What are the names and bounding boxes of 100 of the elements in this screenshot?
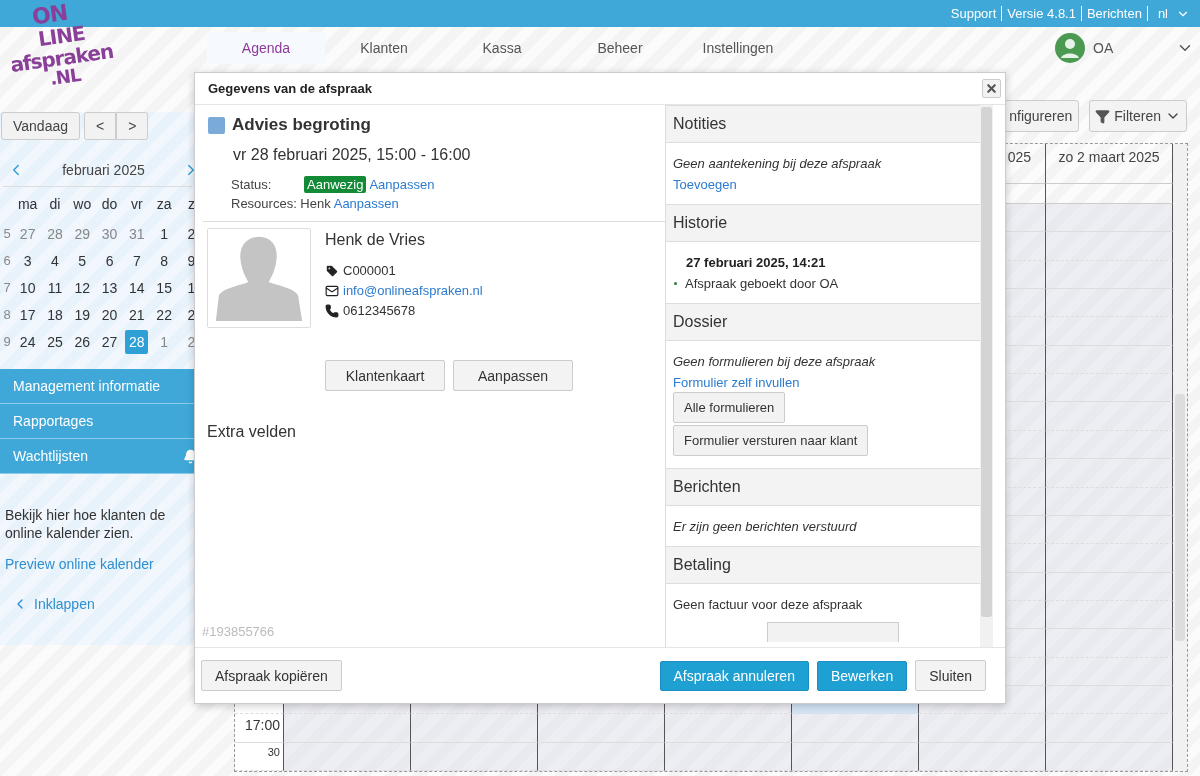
copy-button[interactable]: Afspraak kopiëren [201,660,342,691]
time-slot[interactable] [538,714,665,743]
calendar-day[interactable]: 11 [43,275,67,300]
section-header: Dossier [666,303,980,341]
time-slot[interactable] [919,714,1046,743]
calendar-day[interactable]: 22 [152,302,176,327]
customer-button[interactable]: Aanpassen [453,360,573,391]
cut-off-button[interactable] [767,622,899,642]
avatar-placeholder-icon [207,228,311,328]
time-slot[interactable] [1046,317,1173,346]
close-icon [985,82,998,95]
time-slot[interactable] [411,742,538,771]
time-slot[interactable] [1046,629,1173,658]
calendar-day[interactable]: 26 [70,329,94,354]
time-slot[interactable] [1046,260,1173,290]
calendar-day[interactable]: 27 [97,329,122,354]
time-slot[interactable] [1046,459,1173,488]
time-slot[interactable] [1046,430,1173,460]
bullet-icon [674,282,677,285]
time-slot[interactable] [792,714,919,743]
calendar-day[interactable]: 13 [97,275,122,300]
calendar-day[interactable]: 18 [43,302,67,327]
next-button[interactable]: > [116,112,149,140]
time-slot[interactable] [665,742,792,771]
calendar-day[interactable]: 17 [16,302,40,327]
section-header: Betaling [666,546,980,584]
time-slot[interactable] [1046,374,1173,403]
user-avatar-icon[interactable] [1055,32,1085,63]
time-slot[interactable] [284,714,411,743]
time-slot[interactable] [1046,600,1173,630]
time-slot[interactable] [1046,657,1173,686]
calendar-day[interactable]: 21 [125,302,149,327]
time-slot[interactable] [1046,572,1173,601]
calendar-day[interactable]: 24 [16,329,40,354]
close-button[interactable]: Sluiten [915,660,986,691]
time-slot[interactable] [1046,204,1173,233]
section-header: Notities [666,105,980,143]
customer-name: Henk de Vries [325,231,426,249]
customer-button[interactable]: Klantenkaart [325,360,445,391]
empty-note: Geen aantekening bij deze afspraak [673,156,882,171]
previous-button[interactable]: < [84,112,117,140]
time-slot[interactable] [1046,515,1173,545]
nav-tab[interactable]: Klanten [325,31,443,64]
nav-tab[interactable]: Beheer [561,31,679,64]
resources-text: Resources: Henk [231,196,331,211]
calendar-day[interactable]: 19 [70,302,94,327]
calendar-day[interactable]: 3 [16,248,40,273]
weekday-label: z [186,194,196,214]
calendar-day[interactable]: 14 [125,275,149,300]
form-button[interactable]: Alle formulieren [673,392,786,423]
time-slot[interactable] [1046,487,1173,516]
time-slot[interactable] [1046,345,1173,375]
phone-number: 0612345678 [343,303,416,318]
time-slot[interactable] [792,742,919,771]
time-slot[interactable] [284,742,411,771]
time-slot[interactable] [919,742,1046,771]
time-slot[interactable] [411,714,538,743]
nav-tab[interactable]: Kassa [443,31,561,64]
time-slot[interactable] [665,714,792,743]
time-slot[interactable] [1046,232,1173,261]
action-link[interactable]: Formulier zelf invullen [673,375,800,390]
calendar-day[interactable]: 8 [152,248,176,273]
time-slot[interactable] [1046,714,1173,743]
calendar-day[interactable]: 7 [125,248,149,273]
time-slot[interactable] [1046,289,1173,318]
calendar-day[interactable]: 1 [152,221,176,246]
customer-number: C000001 [343,263,396,278]
today-button[interactable]: Vandaag [1,112,80,140]
calendar-day[interactable]: 20 [97,302,122,327]
calendar-day[interactable]: 12 [70,275,94,300]
empty-note: Geen formulieren bij deze afspraak [673,354,876,369]
section-title: Extra velden [207,423,297,441]
calendar-day[interactable]: 4 [43,248,67,273]
week-number: 9 [2,334,12,349]
dialog-title: Gegevens van de afspraak [208,81,373,96]
action-link[interactable]: Toevoegen [673,177,737,192]
time-slot[interactable] [1046,742,1173,771]
edit-link[interactable]: Aanpassen [333,196,399,211]
nav-tab[interactable]: Agenda [207,31,325,64]
form-button[interactable]: Formulier versturen naar klant [673,425,869,456]
calendar-day[interactable]: 25 [43,329,67,354]
edit-link[interactable]: Aanpassen [369,177,435,192]
weekday-label: do [100,194,119,214]
time-slot[interactable] [1046,402,1173,431]
calendar-day[interactable]: 6 [97,248,122,273]
week-number: 5 [2,226,12,241]
nav-tab[interactable]: Instellingen [679,31,797,64]
calendar-day[interactable]: 10 [16,275,40,300]
calendar-day[interactable]: 5 [70,248,94,273]
close-button[interactable] [982,79,1001,98]
time-slot[interactable] [1046,685,1173,715]
week-number: 7 [2,280,12,295]
time-slot[interactable] [1046,544,1173,573]
email-link[interactable]: info@onlineafspraken.nl [343,283,483,298]
filter-button[interactable]: Filteren [1089,100,1187,132]
user-initials: OA [1093,39,1115,56]
calendar-day[interactable]: 15 [152,275,176,300]
appointment-id: #193855766 [202,624,276,639]
time-slot[interactable] [538,742,665,771]
mail-icon [325,283,339,298]
